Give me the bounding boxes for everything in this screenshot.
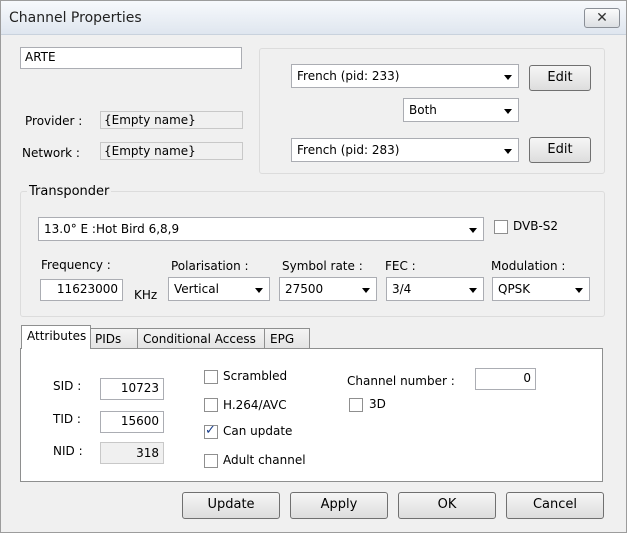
can-update-label: Can update [223, 424, 293, 438]
modulation-value: QPSK [498, 282, 531, 296]
tab-conditional-access[interactable]: Conditional Access [137, 328, 265, 350]
tid-label: TID : [53, 412, 81, 426]
scrambled-checkbox[interactable] [204, 370, 218, 384]
frequency-unit: KHz [134, 288, 158, 302]
transponder-group-title: Transponder [27, 184, 112, 199]
dvb-s2-label: DVB-S2 [513, 219, 559, 233]
chevron-down-icon [504, 149, 512, 154]
audio-track-1-edit-button[interactable]: Edit [529, 65, 591, 91]
close-button[interactable]: ✕ [584, 8, 620, 28]
polarisation-label: Polarisation : [171, 259, 249, 273]
audio-track-1-select[interactable]: French (pid: 233) [291, 64, 519, 88]
audio-channel-mode-select[interactable]: Both [403, 98, 519, 122]
audio-track-1-value: French (pid: 233) [297, 69, 400, 83]
frequency-input[interactable]: 11623000 [40, 279, 123, 301]
cancel-button[interactable]: Cancel [506, 492, 604, 519]
satellite-value: 13.0° E :Hot Bird 6,8,9 [44, 222, 180, 236]
chevron-down-icon [255, 288, 263, 293]
adult-channel-label: Adult channel [223, 453, 306, 467]
modulation-label: Modulation : [491, 259, 566, 273]
chevron-down-icon [504, 109, 512, 114]
tab-attributes[interactable]: Attributes [21, 325, 91, 349]
can-update-checkbox[interactable]: ✓ [204, 423, 218, 439]
channel-properties-dialog: Channel Properties ✕ ARTE Provider : {Em… [0, 0, 627, 533]
nid-label: NID : [53, 444, 83, 458]
polarisation-value: Vertical [174, 282, 219, 296]
tid-input[interactable]: 15600 [100, 411, 164, 433]
update-button[interactable]: Update [182, 492, 280, 519]
h264-avc-label: H.264/AVC [223, 398, 287, 412]
modulation-select[interactable]: QPSK [492, 277, 590, 301]
tab-pids[interactable]: PIDs [89, 328, 138, 350]
frequency-label: Frequency : [41, 258, 111, 272]
adult-channel-checkbox[interactable] [204, 454, 218, 468]
audio-channel-mode-value: Both [409, 103, 437, 117]
audio-track-2-select[interactable]: French (pid: 283) [291, 138, 519, 162]
checkmark-icon: ✓ [205, 423, 216, 438]
3d-label: 3D [369, 397, 386, 411]
title-bar: Channel Properties ✕ [1, 1, 626, 35]
chevron-down-icon [504, 75, 512, 80]
close-icon: ✕ [596, 10, 608, 26]
audio-track-2-value: French (pid: 283) [297, 143, 400, 157]
fec-select[interactable]: 3/4 [386, 277, 484, 301]
chevron-down-icon [469, 228, 477, 233]
chevron-down-icon [362, 288, 370, 293]
chevron-down-icon [469, 288, 477, 293]
chevron-down-icon [575, 288, 583, 293]
apply-button[interactable]: Apply [290, 492, 388, 519]
channel-name-input[interactable]: ARTE [20, 47, 242, 69]
scrambled-label: Scrambled [223, 369, 288, 383]
dvb-s2-checkbox[interactable] [494, 220, 508, 234]
symbol-rate-value: 27500 [285, 282, 324, 296]
symbol-rate-label: Symbol rate : [282, 259, 363, 273]
3d-checkbox[interactable] [349, 398, 363, 412]
fec-value: 3/4 [392, 282, 412, 296]
satellite-select[interactable]: 13.0° E :Hot Bird 6,8,9 [38, 217, 484, 241]
nid-field: 318 [100, 442, 164, 464]
tab-epg[interactable]: EPG [264, 328, 310, 350]
channel-number-label: Channel number : [347, 374, 455, 388]
network-field: {Empty name} [100, 142, 243, 160]
fec-label: FEC : [385, 259, 416, 273]
network-label: Network : [22, 146, 80, 160]
audio-track-2-edit-button[interactable]: Edit [529, 137, 591, 163]
provider-label: Provider : [25, 114, 83, 128]
ok-button[interactable]: OK [398, 492, 496, 519]
polarisation-select[interactable]: Vertical [168, 277, 270, 301]
provider-field: {Empty name} [100, 111, 243, 129]
h264-avc-checkbox[interactable] [204, 398, 218, 412]
window-title: Channel Properties [9, 10, 142, 26]
sid-input[interactable]: 10723 [100, 378, 164, 400]
sid-label: SID : [53, 379, 82, 393]
symbol-rate-select[interactable]: 27500 [279, 277, 377, 301]
channel-number-input[interactable]: 0 [475, 368, 536, 390]
